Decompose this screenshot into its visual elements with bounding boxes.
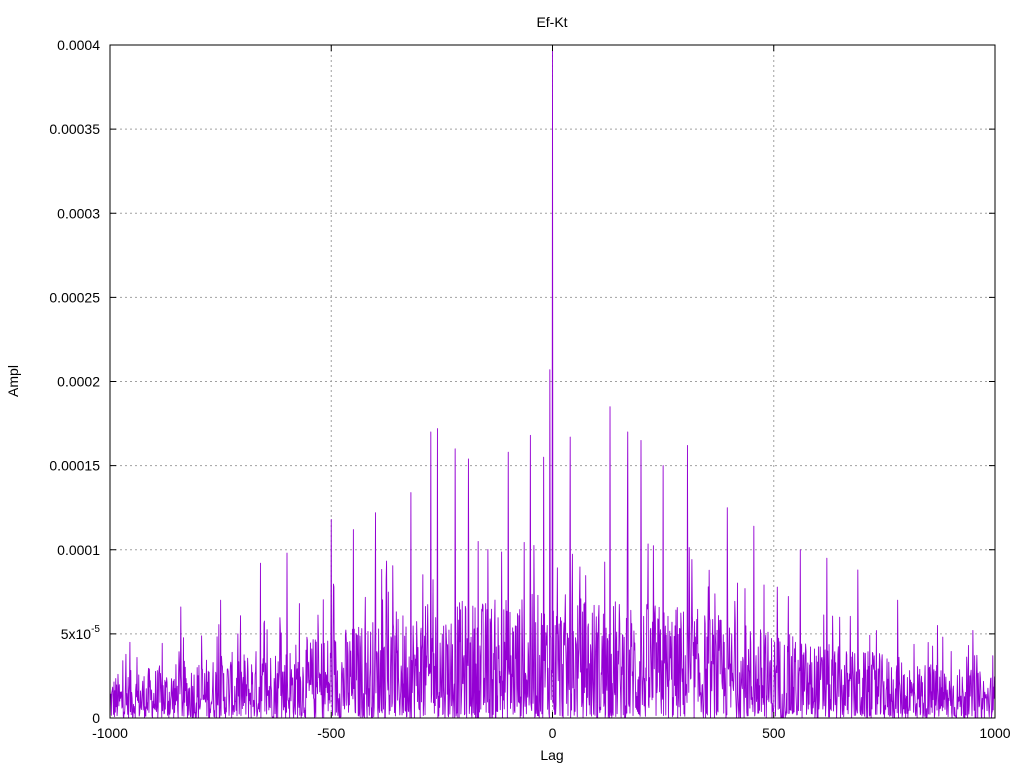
y-tick-label-text: 0.00015 [49, 458, 100, 474]
y-tick-label-text: 0.0003 [57, 205, 100, 221]
y-tick-label: 5x10-5 [61, 624, 101, 642]
y-tick-label-text: 5x10 [61, 626, 92, 642]
y-tick-label-text: 0 [92, 710, 100, 726]
x-tick-label: -1000 [92, 725, 128, 741]
x-tick-label: 1000 [979, 725, 1010, 741]
x-tick-label: 0 [549, 725, 557, 741]
series-line [109, 44, 996, 719]
chart: -1000 -500 0 500 1000 0 5x10-5 0.0001 0.00015 0.0… [5, 14, 1011, 763]
chart-title: Ef-Kt [536, 14, 567, 30]
y-tick-label: 0.0003 [57, 205, 100, 221]
x-axis-label: Lag [540, 747, 563, 763]
y-tick-label-text: 0.0001 [57, 542, 100, 558]
x-tick-label: 500 [762, 725, 786, 741]
series-1 [109, 44, 996, 719]
y-tick-label: 0 [92, 710, 100, 726]
y-tick-label-exponent: -5 [91, 624, 100, 635]
y-tick-label: 0.00015 [49, 458, 100, 474]
y-tick-label: 0.0004 [57, 37, 100, 53]
y-tick-label: 0.00035 [49, 121, 100, 137]
y-tick-label-text: 0.00035 [49, 121, 100, 137]
y-tick-label-text: 0.0002 [57, 374, 100, 390]
y-tick-label-text: 0.00025 [49, 289, 100, 305]
y-tick-label: 0.0001 [57, 542, 100, 558]
y-axis-label: Ampl [5, 365, 21, 397]
y-tick-label: 0.0002 [57, 374, 100, 390]
y-tick-label-text: 0.0004 [57, 37, 100, 53]
y-tick-label: 0.00025 [49, 289, 100, 305]
x-tick-label: -500 [317, 725, 345, 741]
